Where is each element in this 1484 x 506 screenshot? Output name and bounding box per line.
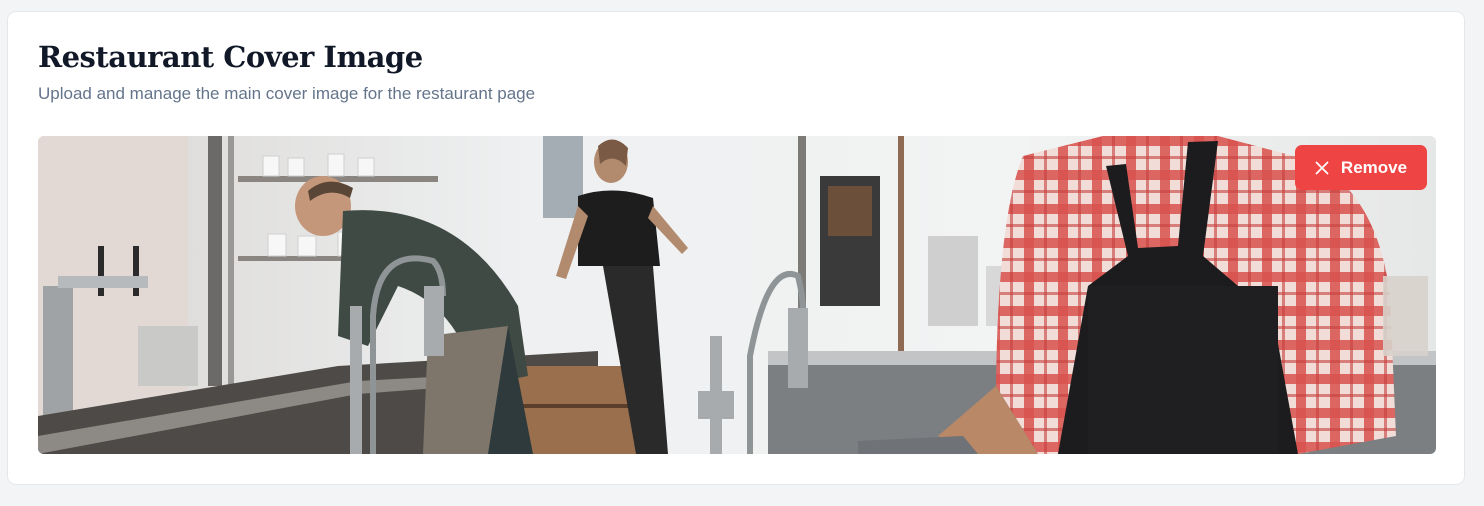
remove-button-label: Remove [1340, 157, 1408, 177]
close-icon [1315, 161, 1329, 174]
cover-image-preview: Remove [38, 136, 1436, 454]
remove-cover-button[interactable]: Remove [1295, 145, 1427, 190]
cover-image-card: Restaurant Cover Image Upload and manage… [7, 11, 1465, 485]
page-subtitle: Upload and manage the main cover image f… [38, 84, 536, 103]
cover-photo [38, 136, 1436, 454]
page-title: Restaurant Cover Image [38, 40, 423, 74]
